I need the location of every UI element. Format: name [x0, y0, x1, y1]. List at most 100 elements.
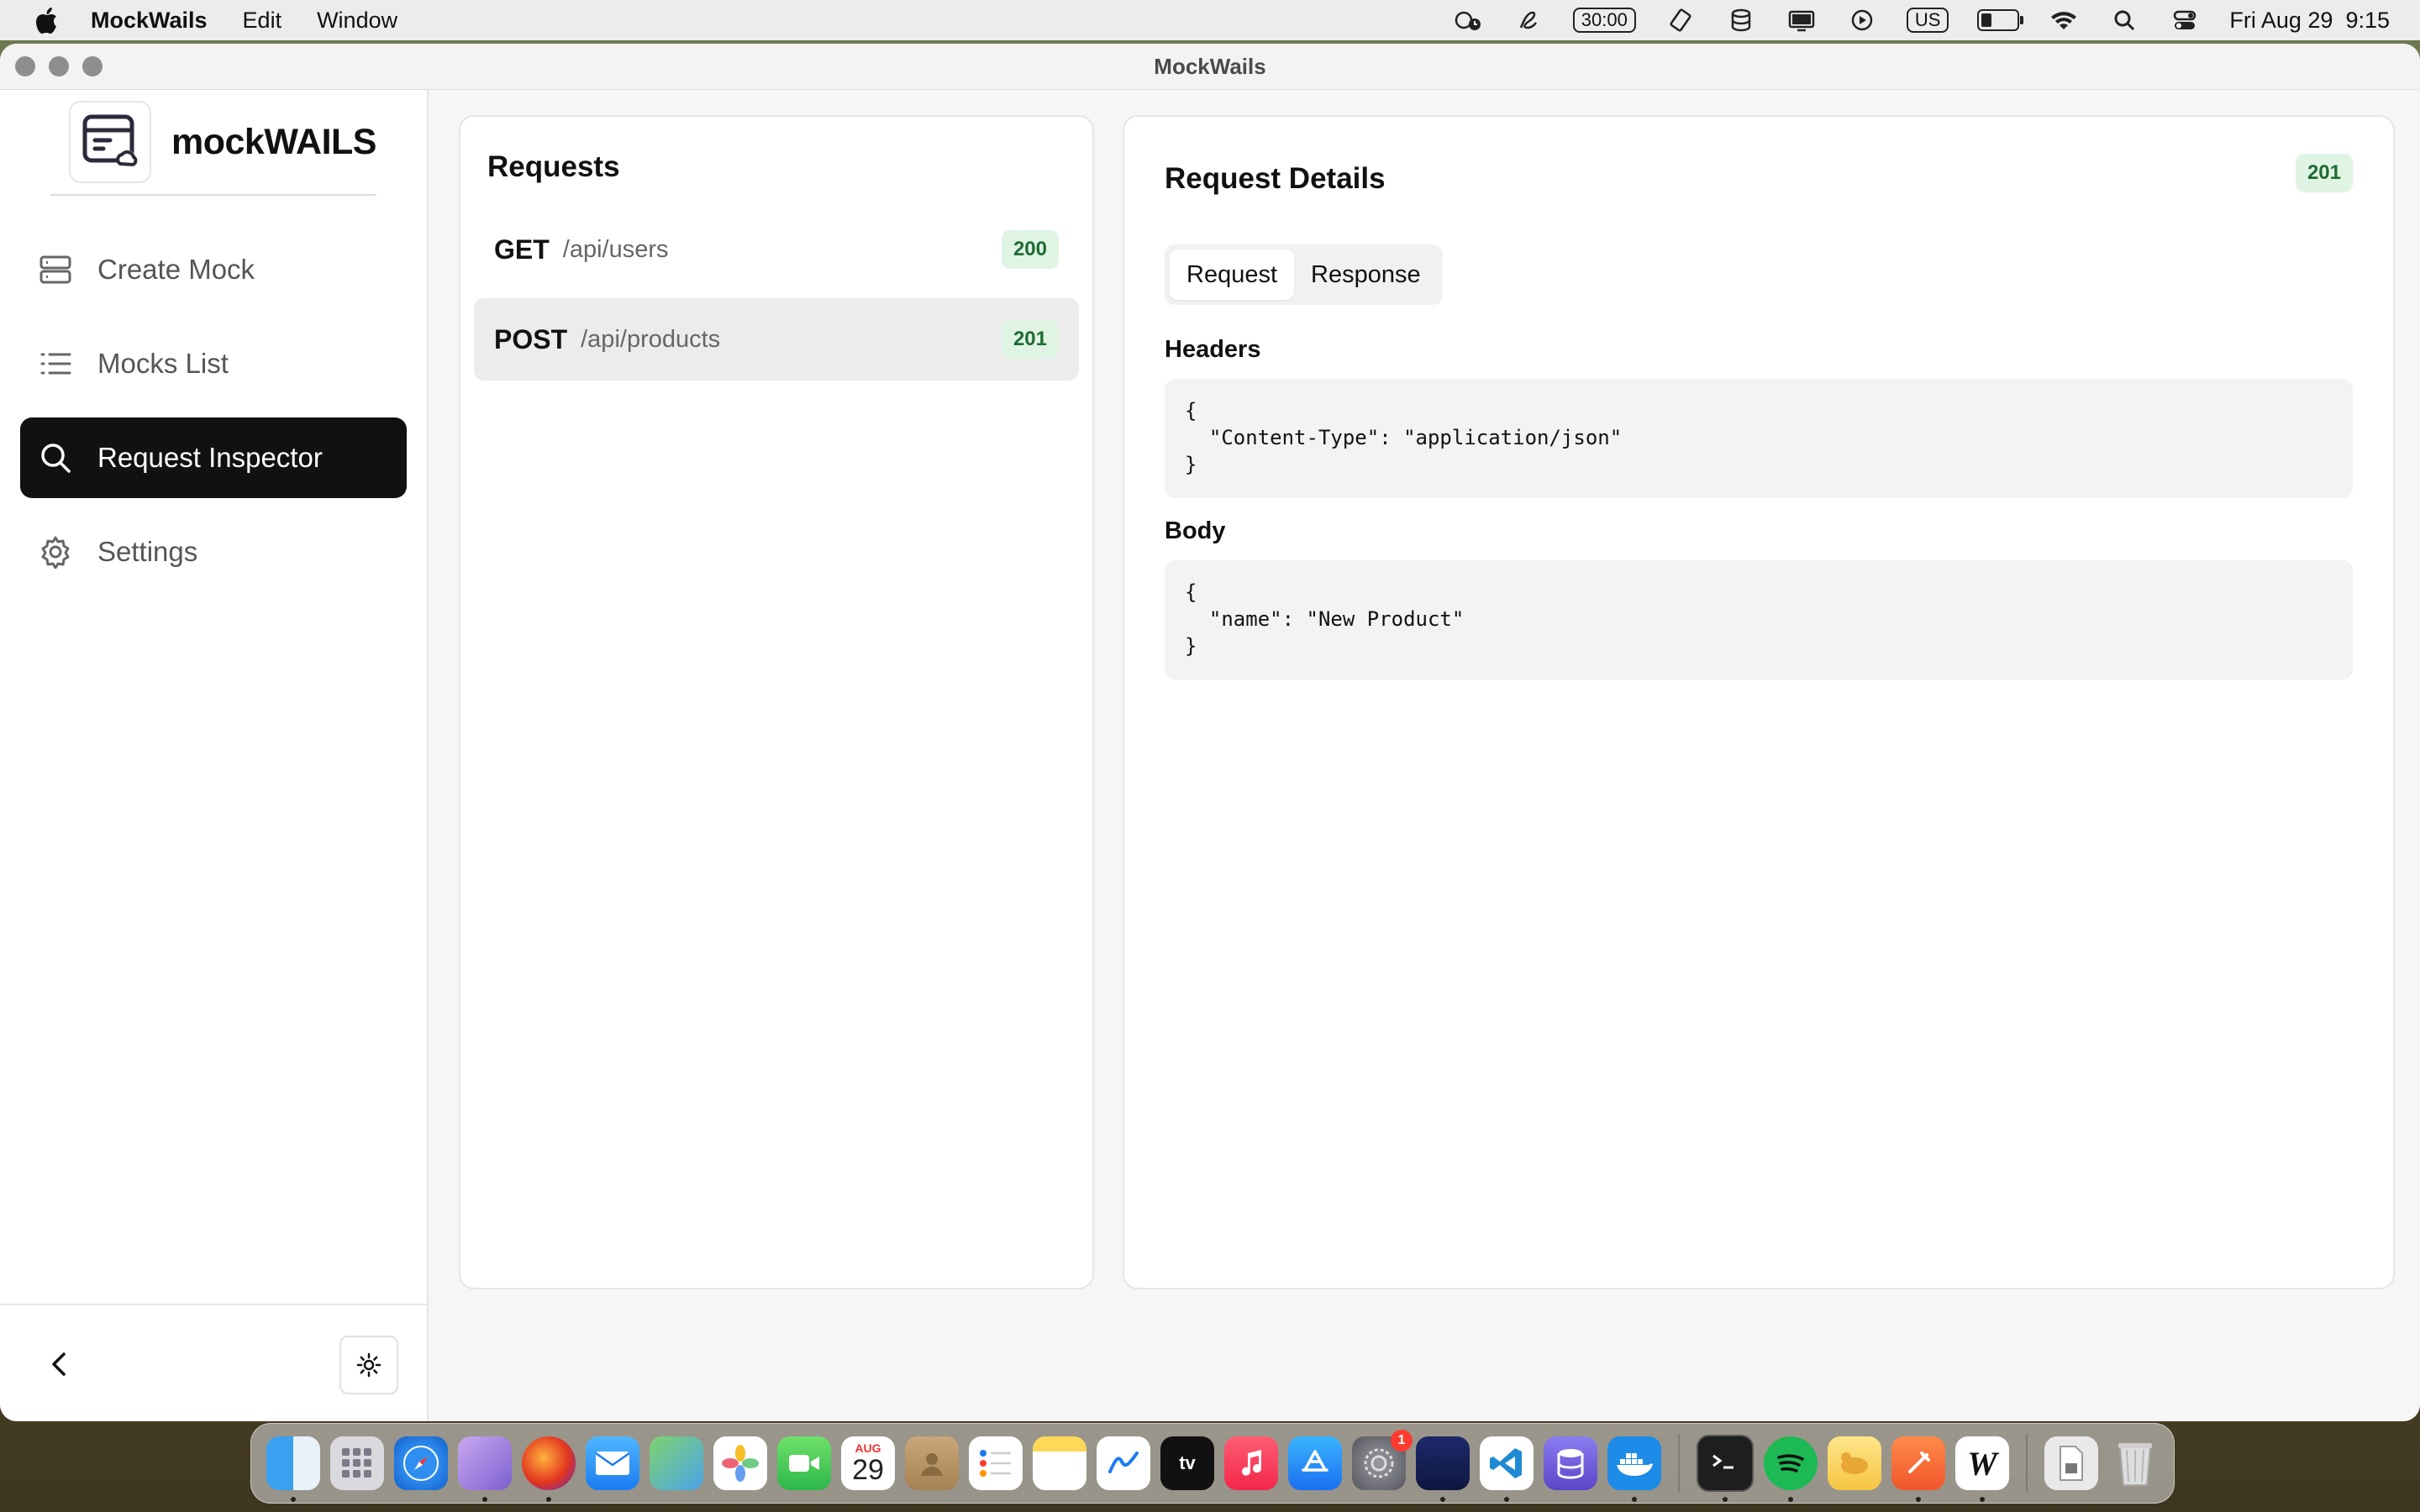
sidebar-item-request-inspector[interactable]: Request Inspector — [20, 417, 407, 498]
dock: AUG 29 tv 1 W — [250, 1423, 2175, 1504]
brand-name: mockWAILS — [171, 121, 377, 162]
reminders-icon[interactable] — [969, 1436, 1023, 1490]
request-details-panel: Request Details 201 Request Response Hea… — [1123, 115, 2395, 1289]
body-code-block: { "name": "New Product" } — [1165, 560, 2353, 680]
sidebar-item-settings[interactable]: Settings — [20, 512, 407, 592]
status-area: 30:00 US Fri Aug 29 9:15 — [1452, 0, 2390, 40]
sidebar-item-create-mock[interactable]: Create Mock — [20, 229, 407, 310]
search-icon — [39, 441, 72, 475]
window-content: mockWAILS Create Mock Mocks List Request… — [0, 90, 2420, 1421]
timer-badge[interactable]: 30:00 — [1572, 8, 1636, 33]
calendar-month: AUG — [855, 1441, 881, 1455]
freeform-icon[interactable] — [1097, 1436, 1150, 1490]
tab-request[interactable]: Request — [1170, 249, 1295, 300]
request-path: /api/users — [562, 235, 669, 263]
keyboard-layout-badge[interactable]: US — [1906, 8, 1949, 33]
window-controls — [15, 56, 103, 76]
display-icon[interactable] — [1786, 8, 1818, 33]
status-badge: 201 — [1001, 320, 1059, 359]
requests-panel: Requests GET /api/users 200 POST /api/pr… — [459, 115, 1094, 1289]
apple-menu-icon[interactable] — [34, 6, 59, 34]
control-center-icon[interactable] — [2169, 8, 2201, 33]
close-window-button[interactable] — [15, 56, 35, 76]
menu-app-name[interactable]: MockWails — [91, 8, 208, 34]
calendar-day: 29 — [852, 1454, 884, 1486]
chevron-left-icon — [52, 1352, 66, 1376]
launchpad-icon[interactable] — [330, 1436, 384, 1490]
app-logo-icon — [69, 101, 151, 183]
main-area: Requests GET /api/users 200 POST /api/pr… — [429, 90, 2420, 1421]
requests-title: Requests — [487, 150, 620, 183]
database-client-icon[interactable] — [1416, 1436, 1470, 1502]
contacts-icon[interactable] — [905, 1436, 959, 1490]
request-method: POST — [494, 323, 568, 354]
downloads-stack-icon[interactable] — [2044, 1436, 2098, 1490]
request-row[interactable]: GET /api/users 200 — [474, 208, 1079, 291]
menu-clock[interactable]: Fri Aug 29 9:15 — [2229, 8, 2390, 34]
gear-icon — [39, 535, 72, 569]
sidebar-item-label: Request Inspector — [97, 442, 323, 473]
perplexity-app-icon[interactable] — [458, 1436, 512, 1502]
dnd-timer-icon[interactable] — [1452, 8, 1484, 33]
sidebar-footer — [0, 1304, 427, 1421]
window-title: MockWails — [1154, 53, 1266, 79]
spotlight-search-icon[interactable] — [2108, 8, 2140, 33]
database-tool-icon[interactable] — [1544, 1436, 1597, 1490]
headers-label: Headers — [1165, 336, 1261, 363]
headers-code-block: { "Content-Type": "application/json" } — [1165, 379, 2353, 498]
spotify-icon[interactable] — [1764, 1436, 1818, 1502]
notification-badge: 1 — [1391, 1430, 1413, 1452]
sidebar-item-label: Create Mock — [97, 254, 255, 285]
firefox-icon[interactable] — [522, 1436, 576, 1502]
trash-icon[interactable] — [2108, 1436, 2162, 1490]
vscode-icon[interactable] — [1480, 1436, 1534, 1502]
play-icon[interactable] — [1846, 8, 1878, 33]
theme-toggle-button[interactable] — [339, 1336, 398, 1394]
sidebar: mockWAILS Create Mock Mocks List Request… — [0, 90, 429, 1421]
postman-icon[interactable] — [1891, 1436, 1945, 1502]
database-icon[interactable] — [1725, 8, 1757, 33]
terminal-icon[interactable] — [1697, 1435, 1754, 1502]
app-store-icon[interactable] — [1288, 1436, 1342, 1490]
tab-response[interactable]: Response — [1294, 249, 1438, 300]
title-bar: MockWails — [0, 44, 2420, 90]
menu-edit[interactable]: Edit — [243, 8, 282, 34]
server-stack-icon — [39, 253, 72, 286]
tableplus-icon[interactable] — [1828, 1436, 1881, 1490]
collapse-sidebar-button[interactable] — [44, 1349, 74, 1379]
brand-divider — [50, 194, 376, 196]
request-path: /api/products — [581, 325, 721, 353]
finder-icon[interactable] — [266, 1436, 320, 1502]
sidebar-item-label: Mocks List — [97, 348, 229, 379]
battery-icon[interactable] — [1977, 9, 2024, 31]
maps-icon[interactable] — [650, 1436, 703, 1490]
request-row[interactable]: POST /api/products 201 — [474, 298, 1079, 381]
body-label: Body — [1165, 517, 1226, 544]
sidebar-item-mocks-list[interactable]: Mocks List — [20, 323, 407, 404]
dock-divider — [2026, 1434, 2028, 1493]
menu-bar: MockWails Edit Window 30:00 US Fri Aug 2… — [0, 0, 2420, 40]
calendar-icon[interactable]: AUG 29 — [841, 1436, 895, 1490]
list-icon — [39, 347, 72, 381]
system-settings-icon[interactable]: 1 — [1352, 1430, 1413, 1490]
notes-icon[interactable] — [1033, 1436, 1086, 1490]
zoom-window-button[interactable] — [82, 56, 103, 76]
docker-icon[interactable] — [1607, 1436, 1661, 1502]
sun-icon — [356, 1352, 381, 1378]
sidebar-item-label: Settings — [97, 536, 198, 567]
mail-icon[interactable] — [586, 1436, 639, 1490]
photos-icon[interactable] — [713, 1436, 767, 1490]
sidebar-nav: Create Mock Mocks List Request Inspector — [0, 229, 427, 592]
apple-tv-icon[interactable]: tv — [1160, 1436, 1214, 1490]
rotate-icon[interactable] — [1665, 8, 1697, 33]
word-app-icon[interactable]: W — [1955, 1436, 2009, 1502]
facetime-icon[interactable] — [777, 1436, 831, 1490]
wifi-icon[interactable] — [2048, 8, 2080, 33]
dock-divider — [1678, 1434, 1680, 1493]
details-title: Request Details — [1165, 162, 1386, 195]
safari-icon[interactable] — [394, 1436, 448, 1490]
music-icon[interactable] — [1224, 1436, 1278, 1490]
scribble-icon[interactable] — [1512, 8, 1544, 33]
menu-window[interactable]: Window — [317, 8, 397, 34]
minimize-window-button[interactable] — [49, 56, 69, 76]
